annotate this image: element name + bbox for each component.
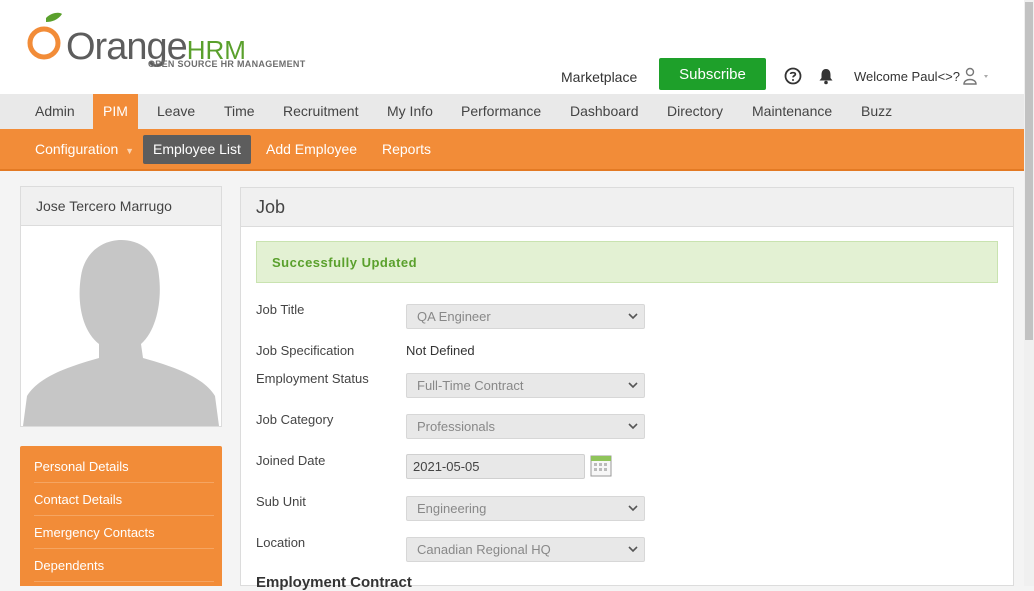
job-title-label: Job Title xyxy=(256,302,305,317)
job-panel-header: Job xyxy=(241,188,1013,227)
job-category-select[interactable]: Professionals xyxy=(406,414,645,439)
employment-contract-heading: Employment Contract xyxy=(256,574,412,591)
menu-performance[interactable]: Performance xyxy=(451,94,551,129)
user-icon[interactable] xyxy=(962,66,992,86)
bell-icon[interactable] xyxy=(817,66,835,86)
employee-name: Jose Tercero Marrugo xyxy=(21,187,221,226)
calendar-icon[interactable] xyxy=(590,453,612,477)
joined-date-input[interactable]: 2021-05-05 xyxy=(406,454,585,479)
employee-side-menu: Personal Details Contact Details Emergen… xyxy=(20,446,222,586)
menu-dashboard[interactable]: Dashboard xyxy=(560,94,649,129)
page-scrollbar[interactable] xyxy=(1024,0,1034,586)
submenu-reports[interactable]: Reports xyxy=(372,135,441,164)
joined-date-label: Joined Date xyxy=(256,453,326,468)
menu-my-info[interactable]: My Info xyxy=(377,94,443,129)
employee-card: Jose Tercero Marrugo xyxy=(20,186,222,427)
submenu-add-employee[interactable]: Add Employee xyxy=(256,135,367,164)
location-label: Location xyxy=(256,535,306,550)
menu-buzz[interactable]: Buzz xyxy=(851,94,902,129)
main-menu: Admin PIM Leave Time Recruitment My Info… xyxy=(0,94,1024,129)
job-panel: Job Successfully Updated Job Title QA En… xyxy=(240,187,1014,591)
marketplace-link[interactable]: Marketplace xyxy=(561,69,637,85)
subscribe-button[interactable]: Subscribe xyxy=(659,58,766,90)
sub-unit-label: Sub Unit xyxy=(256,494,306,509)
orangehrm-logo[interactable]: OrangeHRM OPEN SOURCE HR MANAGEMENT xyxy=(24,12,314,74)
menu-leave[interactable]: Leave xyxy=(147,94,205,129)
orange-logo-icon xyxy=(27,12,62,60)
job-category-label: Job Category xyxy=(256,412,334,427)
side-emergency-contacts[interactable]: Emergency Contacts xyxy=(34,516,214,549)
success-message: Successfully Updated xyxy=(256,241,998,283)
dropdown-arrow-icon: ▼ xyxy=(125,146,135,156)
menu-pim[interactable]: PIM xyxy=(93,94,138,129)
person-silhouette-icon xyxy=(23,240,219,426)
employment-status-select[interactable]: Full-Time Contract xyxy=(406,373,645,398)
pim-submenu: Configuration ▼ Employee List Add Employ… xyxy=(0,129,1024,171)
menu-recruitment[interactable]: Recruitment xyxy=(273,94,368,129)
panel-title: Job xyxy=(256,197,286,217)
chevron-down-icon xyxy=(628,313,638,320)
employee-photo[interactable] xyxy=(21,226,221,426)
chevron-down-icon xyxy=(628,382,638,389)
job-specification-label: Job Specification xyxy=(256,343,355,358)
location-select[interactable]: Canadian Regional HQ xyxy=(406,537,645,562)
chevron-down-icon xyxy=(628,546,638,553)
job-specification-value: Not Defined xyxy=(406,343,475,358)
employment-status-label: Employment Status xyxy=(256,371,369,386)
menu-admin[interactable]: Admin xyxy=(25,94,85,129)
submenu-configuration[interactable]: Configuration ▼ xyxy=(25,135,144,164)
submenu-employee-list[interactable]: Employee List xyxy=(143,135,251,164)
side-personal-details[interactable]: Personal Details xyxy=(34,450,214,483)
help-icon[interactable] xyxy=(783,66,803,86)
sub-unit-select[interactable]: Engineering xyxy=(406,496,645,521)
chevron-down-icon xyxy=(628,423,638,430)
logo-tagline: OPEN SOURCE HR MANAGEMENT xyxy=(148,59,306,69)
chevron-down-icon xyxy=(628,505,638,512)
side-dependents[interactable]: Dependents xyxy=(34,549,214,582)
job-title-select[interactable]: QA Engineer xyxy=(406,304,645,329)
menu-maintenance[interactable]: Maintenance xyxy=(742,94,842,129)
side-contact-details[interactable]: Contact Details xyxy=(34,483,214,516)
menu-time[interactable]: Time xyxy=(214,94,265,129)
scrollbar-thumb[interactable] xyxy=(1025,2,1033,340)
menu-directory[interactable]: Directory xyxy=(657,94,733,129)
welcome-user[interactable]: Welcome Paul<>? xyxy=(854,69,960,84)
header: OrangeHRM OPEN SOURCE HR MANAGEMENT Mark… xyxy=(0,0,1024,94)
